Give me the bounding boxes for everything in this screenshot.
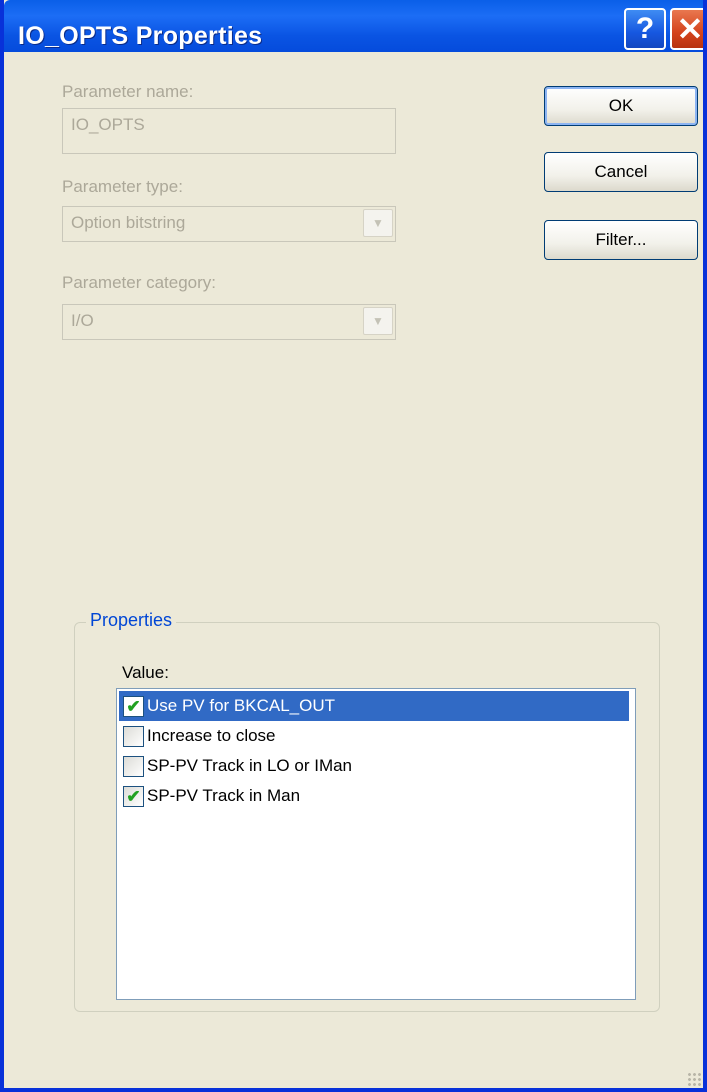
- help-button[interactable]: ?: [624, 8, 666, 50]
- chevron-down-icon: ▼: [363, 209, 393, 237]
- list-item-increase-to-close[interactable]: Increase to close: [119, 721, 629, 751]
- checkbox-checked-icon[interactable]: ✔: [123, 695, 144, 717]
- ok-button[interactable]: OK: [544, 86, 698, 126]
- parameter-category-label: Parameter category:: [62, 273, 217, 292]
- value-label: Value:: [122, 663, 169, 682]
- list-item-label: SP-PV Track in LO or IMan: [147, 756, 353, 775]
- resize-grip-icon[interactable]: [687, 1072, 701, 1086]
- checkbox-unchecked-icon[interactable]: [123, 725, 144, 747]
- list-item-label: Use PV for BKCAL_OUT: [147, 696, 336, 715]
- help-icon: ?: [635, 12, 655, 45]
- close-button[interactable]: ✕: [670, 8, 704, 50]
- window-title: IO_OPTS Properties: [18, 22, 263, 50]
- checkbox-checked-icon[interactable]: ✔: [123, 785, 144, 807]
- properties-group-title: Properties: [86, 610, 177, 631]
- list-item-sp-pv-track-lo-iman[interactable]: SP-PV Track in LO or IMan: [119, 751, 629, 781]
- ok-button-label: OK: [608, 96, 634, 115]
- list-item-use-pv-bkcal-out[interactable]: ✔ Use PV for BKCAL_OUT: [119, 691, 629, 721]
- parameter-name-label: Parameter name:: [62, 82, 194, 101]
- value-listbox[interactable]: ✔ Use PV for BKCAL_OUT Increase to close…: [116, 688, 636, 1000]
- close-icon: ✕: [676, 11, 704, 47]
- parameter-type-value: Option bitstring: [71, 213, 186, 232]
- checkbox-unchecked-icon[interactable]: [123, 755, 144, 777]
- filter-button-label: Filter...: [595, 230, 647, 249]
- parameter-type-combo: Option bitstring ▼: [62, 206, 396, 242]
- list-item-label: Increase to close: [147, 726, 276, 745]
- properties-dialog: IO_OPTS Properties ? ✕ Parameter name: I…: [0, 0, 707, 1092]
- parameter-name-value: IO_OPTS: [71, 115, 145, 134]
- list-item-sp-pv-track-man[interactable]: ✔ SP-PV Track in Man: [119, 781, 629, 811]
- parameter-type-label: Parameter type:: [62, 177, 183, 196]
- parameter-name-field: IO_OPTS: [62, 108, 396, 154]
- cancel-button-label: Cancel: [594, 162, 648, 181]
- cancel-button[interactable]: Cancel: [544, 152, 698, 192]
- chevron-down-icon: ▼: [363, 307, 393, 335]
- list-item-label: SP-PV Track in Man: [147, 786, 301, 805]
- parameter-category-value: I/O: [71, 311, 94, 330]
- parameter-category-combo: I/O ▼: [62, 304, 396, 340]
- filter-button[interactable]: Filter...: [544, 220, 698, 260]
